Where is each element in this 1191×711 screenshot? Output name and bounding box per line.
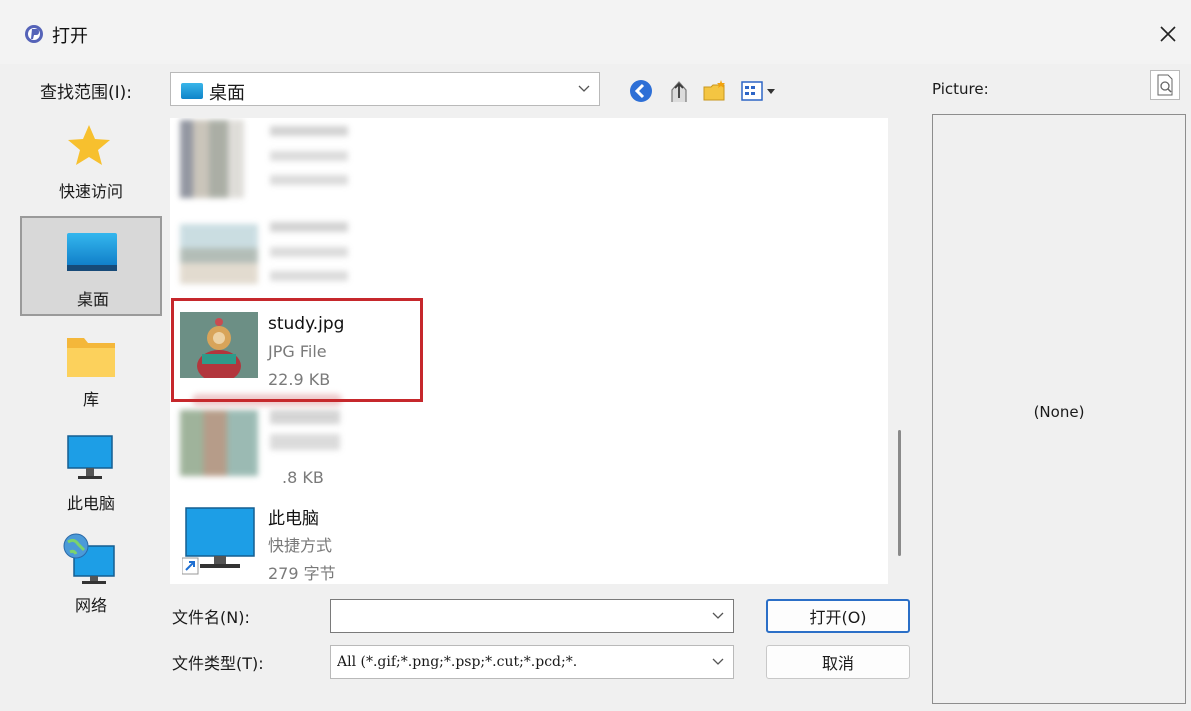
place-label: 库: [82, 390, 99, 409]
file-type: 快捷方式: [268, 536, 333, 555]
file-text-blurred: [270, 126, 348, 196]
preview-document-icon: [1157, 74, 1173, 96]
place-desktop[interactable]: 桌面: [20, 216, 162, 316]
file-thumbnail: [180, 120, 244, 198]
open-dialog: 打开 查找范围(I): 桌面 快速访问 桌面 库 此电脑 网络 study.jp…: [0, 0, 1191, 711]
desktop-icon: [67, 233, 117, 271]
place-label: 桌面: [76, 290, 109, 309]
star-icon: [68, 125, 110, 165]
file-text-blurred: [192, 394, 342, 406]
look-in-dropdown[interactable]: 桌面: [170, 72, 600, 106]
list-item[interactable]: [170, 118, 888, 210]
close-icon: [1160, 26, 1176, 42]
new-folder-icon[interactable]: [702, 78, 728, 104]
file-text-blurred: [270, 410, 340, 450]
cancel-button[interactable]: 取消: [766, 645, 910, 679]
place-quick-access[interactable]: 快速访问: [20, 110, 162, 210]
file-type-dropdown[interactable]: All (*.gif;*.png;*.psp;*.cut;*.pcd;*.: [330, 645, 734, 679]
up-folder-icon[interactable]: [666, 78, 692, 104]
file-thumbnail: [180, 410, 258, 476]
file-text-blurred: [270, 222, 348, 292]
file-thumbnail: [180, 224, 258, 284]
look-in-label: 查找范围(I):: [40, 83, 133, 103]
chevron-down-icon: [578, 85, 590, 92]
file-list-scrollbar[interactable]: [898, 430, 901, 556]
preview-toggle-button[interactable]: [1150, 70, 1180, 100]
open-button[interactable]: 打开(O): [766, 599, 910, 633]
folder-icon: [67, 338, 115, 377]
chevron-down-icon[interactable]: [711, 608, 725, 622]
file-size: 279 字节: [268, 564, 336, 583]
app-logo-icon: [25, 25, 43, 43]
file-name-label: 文件名(N):: [172, 608, 250, 627]
place-this-pc[interactable]: 此电脑: [20, 428, 162, 528]
place-network[interactable]: 网络: [20, 528, 162, 628]
back-icon[interactable]: [628, 78, 654, 104]
picture-preview-pane: (None): [932, 114, 1186, 704]
place-label: 快速访问: [58, 182, 123, 201]
close-button[interactable]: [1145, 12, 1191, 56]
file-type: JPG File: [268, 342, 327, 361]
file-type-label: 文件类型(T):: [172, 654, 264, 673]
list-item-this-pc-shortcut[interactable]: 此电脑 快捷方式 279 字节: [170, 492, 888, 584]
network-globe-icon: [63, 533, 115, 584]
places-bar: 快速访问 桌面 库 此电脑 网络: [20, 110, 162, 700]
image-thumbnail: [180, 312, 258, 378]
title-bar: 打开: [0, 0, 1191, 64]
desktop-folder-icon: [181, 83, 203, 99]
list-item-study-jpg[interactable]: study.jpg JPG File 22.9 KB: [170, 302, 888, 394]
look-in-value: 桌面: [209, 83, 245, 104]
view-menu-icon[interactable]: [740, 78, 780, 104]
file-name-combobox[interactable]: [330, 599, 734, 633]
file-size: .8 KB: [282, 468, 324, 487]
place-libraries[interactable]: 库: [20, 322, 162, 422]
monitor-shortcut-icon: [182, 507, 255, 575]
monitor-icon: [67, 435, 113, 479]
list-item[interactable]: [170, 212, 888, 304]
file-type-value: All (*.gif;*.png;*.psp;*.cut;*.pcd;*.: [337, 654, 578, 670]
file-name-input[interactable]: [337, 604, 701, 630]
chevron-down-icon: [712, 658, 724, 665]
picture-label: Picture:: [932, 80, 989, 98]
place-label: 此电脑: [66, 494, 115, 513]
place-label: 网络: [74, 596, 107, 615]
file-name: 此电脑: [268, 509, 319, 529]
file-size: 22.9 KB: [268, 370, 331, 389]
list-item[interactable]: .8 KB: [170, 394, 888, 492]
file-list[interactable]: study.jpg JPG File 22.9 KB .8 KB 此电脑 快捷方…: [170, 118, 888, 584]
preview-none-text: (None): [1033, 403, 1085, 421]
window-title: 打开: [52, 26, 88, 47]
file-name: study.jpg: [268, 314, 345, 334]
